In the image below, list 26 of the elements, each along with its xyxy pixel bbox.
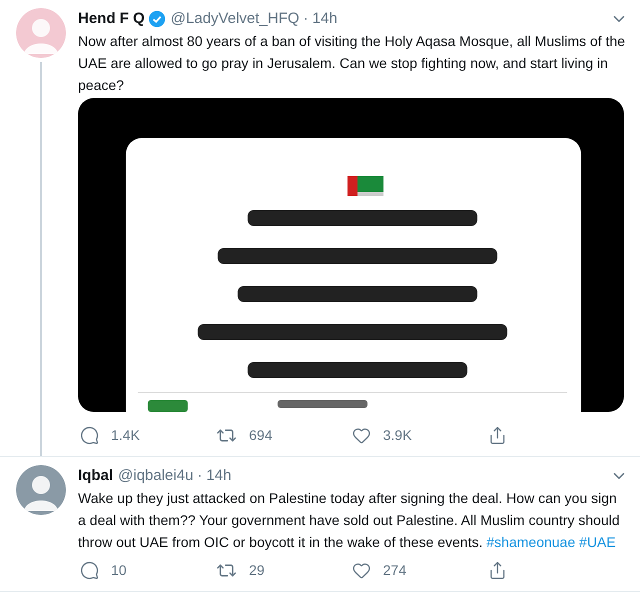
reply-button[interactable]: 10 — [80, 560, 216, 580]
tweet-text: Wake up they just attacked on Palestine today after signing the deal. How can you sign a deal with them?? Your government have sold out Palestine. All Muslim country should throw out UAE from OIC or boycott it in the wake of these events. #shameonuae #UAE — [78, 489, 621, 552]
reply-button[interactable]: 1.4K — [80, 424, 216, 446]
heart-icon — [352, 560, 371, 580]
user-handle[interactable]: @iqbalei4u — [118, 465, 194, 487]
timestamp[interactable]: 14h — [206, 465, 232, 487]
reply-icon — [80, 560, 99, 580]
reply-icon — [80, 426, 99, 444]
heart-icon — [352, 426, 371, 444]
like-button[interactable]: 274 — [352, 560, 488, 580]
timestamp[interactable]: 14h — [312, 8, 338, 30]
like-button[interactable]: 3.9K — [352, 424, 488, 446]
retweet-button[interactable]: 694 — [216, 424, 352, 446]
display-name[interactable]: Iqbal — [78, 465, 114, 487]
hashtag-link[interactable]: #UAE — [579, 534, 616, 550]
separator-dot: · — [197, 466, 202, 486]
retweet-button[interactable]: 29 — [216, 560, 352, 580]
user-handle[interactable]: @LadyVelvet_HFQ — [170, 8, 300, 30]
hashtag-link[interactable]: #shameonuae — [486, 534, 576, 550]
separator-dot: · — [303, 9, 308, 29]
avatar[interactable] — [16, 465, 66, 515]
tweet-text: Now after almost 80 years of a ban of visiting the Holy Aqasa Mosque, all Muslims of the UAE are allowed to go pray in Jerusalem. Can we stop fighting now, and start living in peace? — [78, 32, 626, 95]
share-icon — [488, 426, 507, 444]
display-name[interactable]: Hend F Q — [78, 8, 145, 30]
avatar[interactable] — [16, 8, 66, 58]
share-icon — [488, 560, 507, 580]
